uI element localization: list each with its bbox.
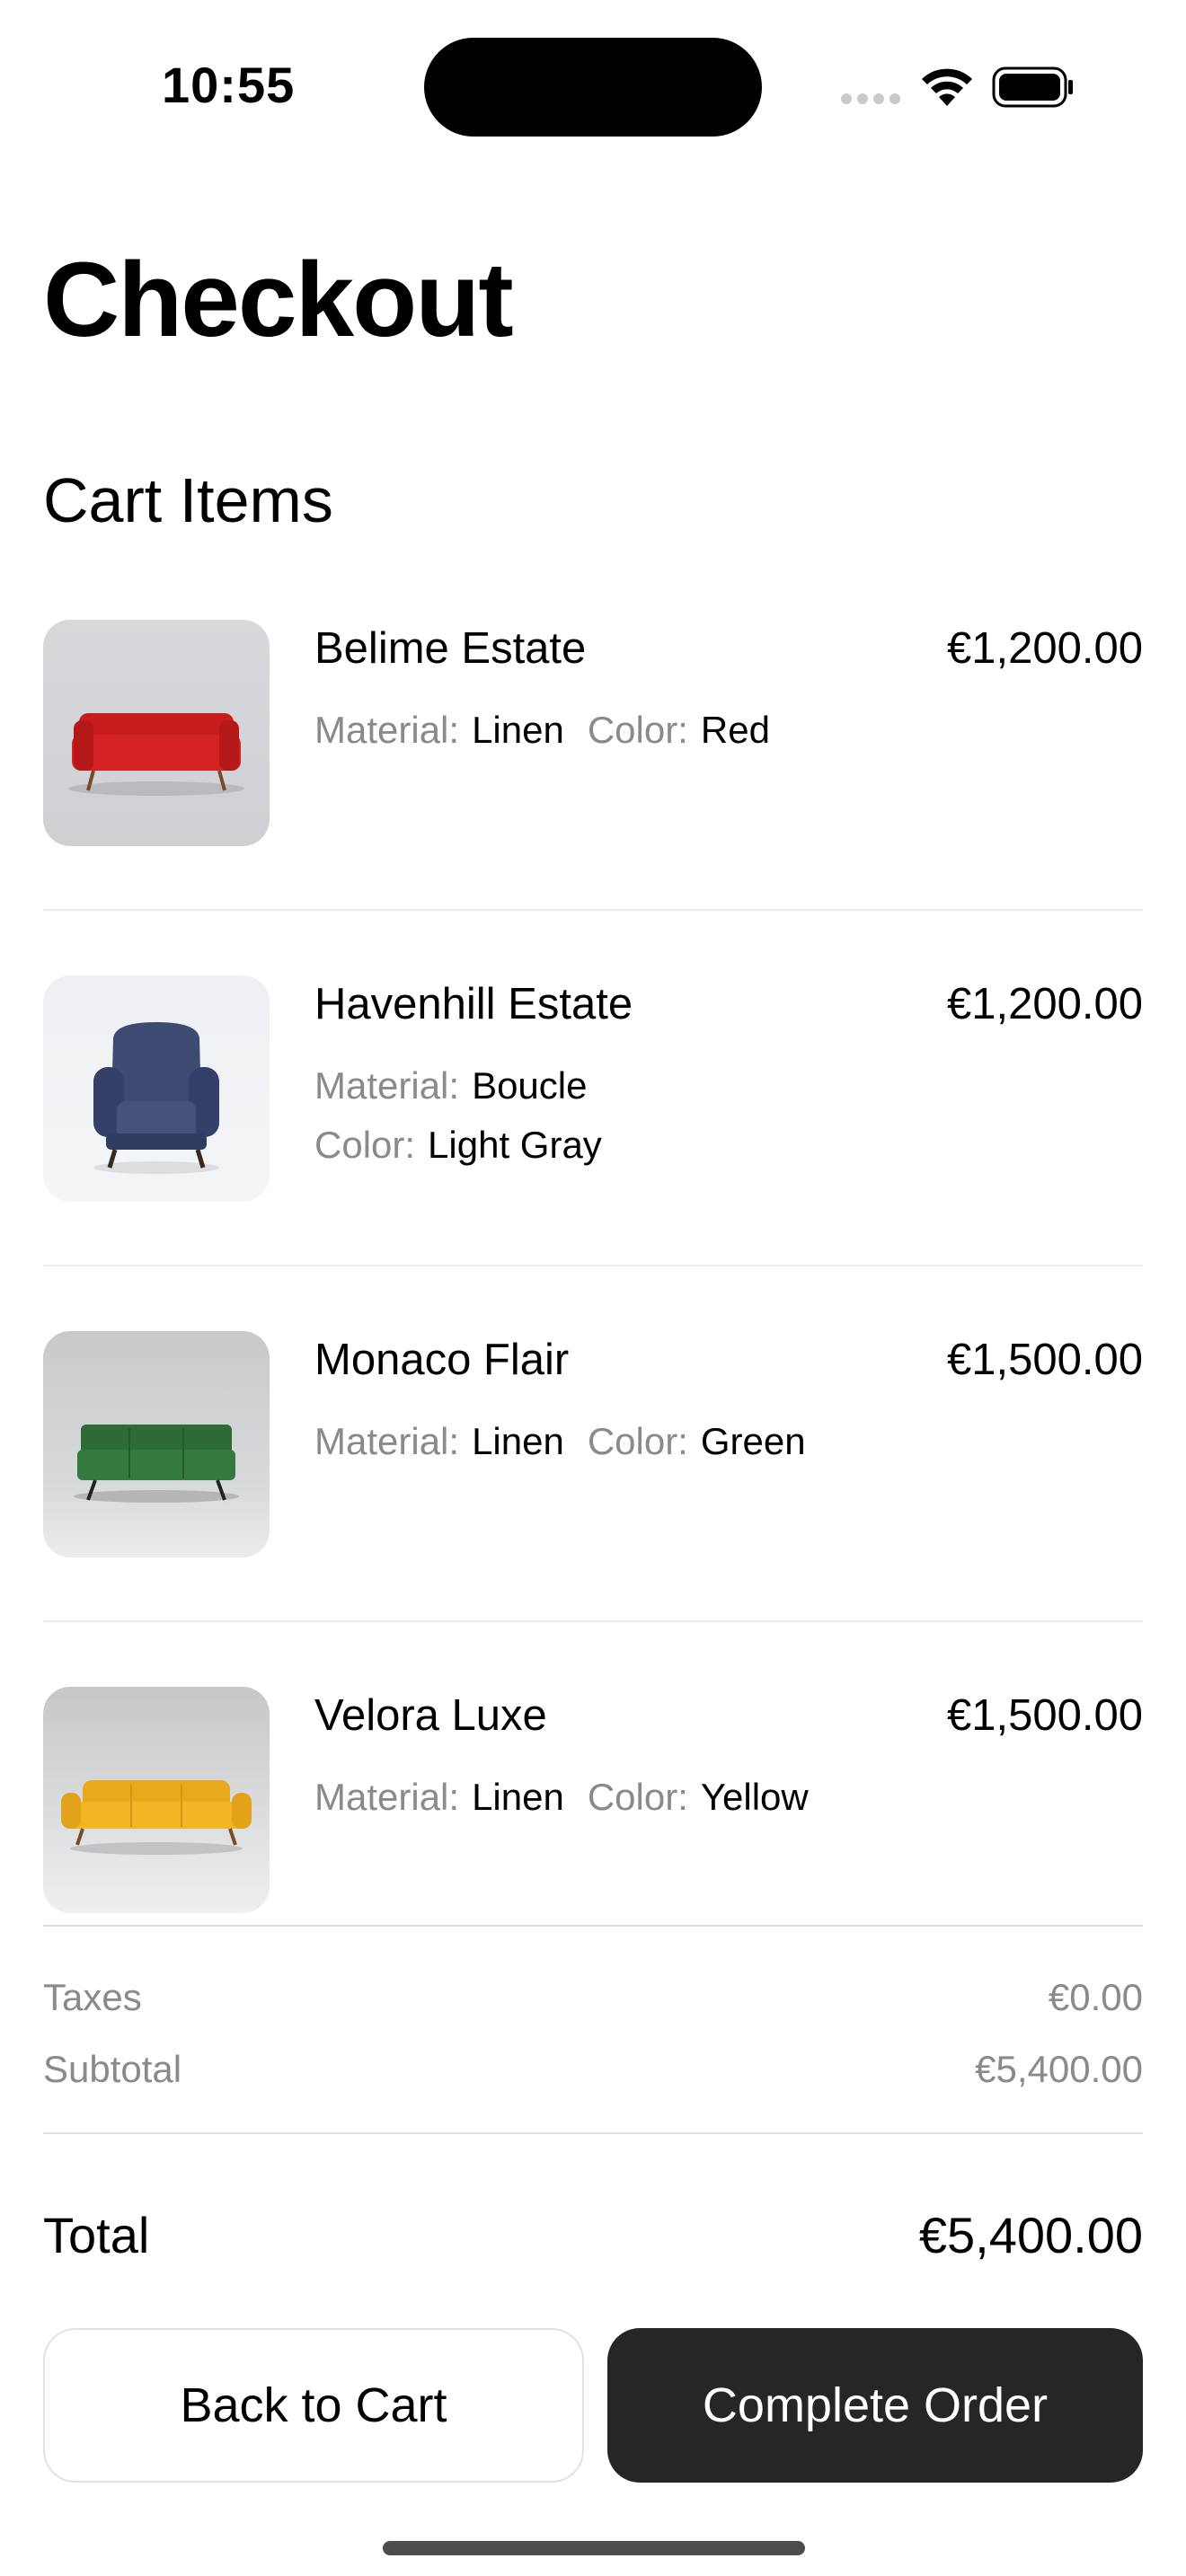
color-attribute: Color: Yellow bbox=[588, 1768, 809, 1827]
cart-item[interactable]: Havenhill Estate €1,200.00 Material: Bouc… bbox=[43, 975, 1143, 1331]
product-attributes: Material: Boucle Color: Light Gray bbox=[314, 1056, 764, 1175]
product-name: Belime Estate bbox=[314, 624, 587, 673]
status-bar: 10:55 bbox=[0, 0, 1186, 171]
product-name: Monaco Flair bbox=[314, 1336, 570, 1384]
summary-divider bbox=[43, 1925, 1143, 1927]
back-to-cart-button[interactable]: Back to Cart bbox=[43, 2328, 584, 2483]
color-label: Color: bbox=[587, 1776, 688, 1818]
material-attribute: Material: Linen bbox=[314, 1768, 564, 1827]
cellular-signal-icon bbox=[841, 93, 902, 108]
product-name: Velora Luxe bbox=[314, 1691, 547, 1740]
color-attribute: Color: Light Gray bbox=[314, 1116, 602, 1175]
material-value: Linen bbox=[472, 1776, 564, 1818]
color-attribute: Color: Green bbox=[588, 1412, 806, 1471]
material-value: Boucle bbox=[472, 1064, 588, 1107]
taxes-value: €0.00 bbox=[1048, 1976, 1143, 2018]
cart-item[interactable]: Belime Estate €1,200.00 Material: Linen Co… bbox=[43, 620, 1143, 975]
item-divider bbox=[43, 909, 1143, 911]
status-time: 10:55 bbox=[162, 57, 296, 113]
product-price: €1,500.00 bbox=[947, 1691, 1143, 1740]
color-value: Red bbox=[700, 709, 770, 751]
total-divider bbox=[43, 2132, 1143, 2134]
material-attribute: Material: Linen bbox=[314, 701, 564, 760]
product-price: €1,200.00 bbox=[947, 980, 1143, 1028]
color-value: Green bbox=[700, 1420, 806, 1462]
material-label: Material: bbox=[314, 1420, 460, 1462]
product-attributes: Material: Linen Color: Yellow bbox=[314, 1768, 997, 1827]
total-value: €5,400.00 bbox=[918, 2207, 1143, 2263]
material-value: Linen bbox=[472, 709, 564, 751]
taxes-label: Taxes bbox=[43, 1976, 142, 2018]
complete-order-button[interactable]: Complete Order bbox=[607, 2328, 1143, 2483]
cart-item[interactable]: Velora Luxe €1,500.00 Material: Linen Colo… bbox=[43, 1687, 1143, 2042]
subtotal-value: €5,400.00 bbox=[975, 2048, 1143, 2090]
material-attribute: Material: Boucle bbox=[314, 1056, 587, 1116]
product-name: Havenhill Estate bbox=[314, 980, 633, 1028]
material-label: Material: bbox=[314, 709, 460, 751]
home-indicator[interactable] bbox=[383, 2541, 805, 2555]
color-label: Color: bbox=[314, 1124, 416, 1166]
product-attributes: Material: Linen Color: Green bbox=[314, 1412, 997, 1471]
product-image bbox=[43, 975, 270, 1202]
total-label: Total bbox=[43, 2207, 150, 2263]
item-divider bbox=[43, 1620, 1143, 1622]
material-value: Linen bbox=[472, 1420, 564, 1462]
color-value: Yellow bbox=[700, 1776, 809, 1818]
product-image bbox=[43, 1687, 270, 1913]
product-price: €1,200.00 bbox=[947, 624, 1143, 673]
color-label: Color: bbox=[587, 709, 688, 751]
material-label: Material: bbox=[314, 1776, 460, 1818]
product-attributes: Material: Linen Color: Red bbox=[314, 701, 997, 760]
product-price: €1,500.00 bbox=[947, 1336, 1143, 1384]
color-label: Color: bbox=[587, 1420, 688, 1462]
section-title: Cart Items bbox=[43, 465, 333, 535]
product-image bbox=[43, 620, 270, 846]
battery-icon bbox=[992, 66, 1073, 108]
subtotal-label: Subtotal bbox=[43, 2048, 182, 2090]
item-divider bbox=[43, 1265, 1143, 1266]
wifi-icon bbox=[922, 68, 972, 106]
material-label: Material: bbox=[314, 1064, 460, 1107]
cart-items-list: Belime Estate €1,200.00 Material: Linen Co… bbox=[43, 620, 1143, 2042]
cart-item[interactable]: Monaco Flair €1,500.00 Material: Linen Col… bbox=[43, 1331, 1143, 1687]
color-value: Light Gray bbox=[428, 1124, 602, 1166]
color-attribute: Color: Red bbox=[588, 701, 770, 760]
dynamic-island bbox=[424, 38, 762, 137]
material-attribute: Material: Linen bbox=[314, 1412, 564, 1471]
page-title: Checkout bbox=[43, 241, 514, 359]
product-image bbox=[43, 1331, 270, 1557]
